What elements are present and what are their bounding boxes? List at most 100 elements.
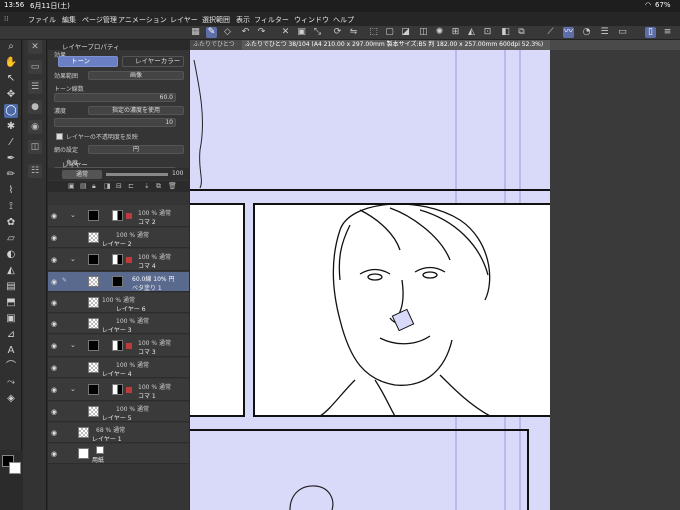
menu-filter[interactable]: フィルター (254, 15, 289, 25)
menu-page[interactable]: ページ管理 (82, 15, 117, 25)
density-select[interactable]: 指定の濃度を使用 (88, 106, 184, 115)
undo-icon[interactable]: ↶ (240, 27, 251, 38)
tool-property-icon[interactable]: ☰ (28, 80, 42, 94)
magic-wand-icon[interactable]: ✱ (4, 120, 18, 134)
new-layer-icon[interactable]: ▣ (68, 182, 75, 190)
layer-row-selected[interactable]: ◉ ✎ 60.0線 10% 円 ベタ塗り 1 (48, 272, 189, 292)
operation-icon[interactable]: ↖ (4, 72, 18, 86)
clear-icon[interactable]: ✕ (280, 27, 291, 38)
eraser-icon[interactable]: ◇ (222, 27, 233, 38)
collapse-chevron-icon[interactable]: ⌄ (70, 341, 76, 349)
brush-size-icon[interactable]: ● (28, 100, 42, 114)
layer-row[interactable]: ◉ ⌄ 100 % 通常 コマ 4 (48, 249, 189, 271)
fill-icon[interactable]: ▣ (296, 27, 307, 38)
layer-color-button[interactable]: レイヤーカラー (122, 56, 184, 67)
mirror-icon[interactable]: ◧ (500, 27, 511, 38)
sun-icon[interactable]: ✺ (434, 27, 445, 38)
layer-row[interactable]: ◉ 68 % 通常 レイヤー 1 (48, 423, 189, 443)
menu-window[interactable]: ウィンドウ (294, 15, 329, 25)
screen-shape-select[interactable]: 円 (88, 145, 184, 154)
tone-lines-field[interactable]: 60.0 (54, 93, 176, 102)
fill-icon[interactable]: ◭ (4, 264, 18, 278)
gradient-icon[interactable]: ▤ (4, 280, 18, 294)
flip-icon[interactable]: ⇋ (348, 27, 359, 38)
menu-selection[interactable]: 選択範囲 (202, 15, 230, 25)
redo-icon[interactable]: ↷ (256, 27, 267, 38)
grid-icon[interactable]: ▦ (190, 27, 201, 38)
collapse-chevron-icon[interactable]: ⌄ (70, 211, 76, 219)
layer-row[interactable]: ◉ 用紙 (48, 444, 189, 464)
balloon-icon[interactable]: ⌒ (4, 360, 18, 374)
eye-icon[interactable]: ◉ (51, 408, 57, 416)
color-mix-icon[interactable]: ◈ (4, 392, 18, 406)
layer-row[interactable]: ◉ 100 % 通常 レイヤー 3 (48, 314, 189, 334)
pen-icon[interactable]: ✎ (206, 27, 217, 38)
select-layer-icon[interactable]: ◫ (418, 27, 429, 38)
delete-layer-icon[interactable]: 🗑︎ (168, 182, 177, 190)
menu-edit[interactable]: 編集 (62, 15, 76, 25)
menu-file[interactable]: ファイル (28, 15, 56, 25)
eye-icon[interactable]: ◉ (51, 450, 57, 458)
lasso-icon[interactable]: ◯ (4, 104, 18, 118)
clip-icon[interactable]: ⊏ (128, 182, 134, 190)
crop-icon[interactable]: ⊡ (482, 27, 493, 38)
eye-icon[interactable]: ◉ (51, 256, 57, 264)
layer-row[interactable]: ◉ 100 % 通常 レイヤー 4 (48, 358, 189, 378)
expand-icon[interactable]: ⊞ (450, 27, 461, 38)
ruler-layer-icon[interactable]: ⊟ (116, 182, 122, 190)
layer-icon[interactable]: ☷ (28, 164, 42, 178)
eraser-icon[interactable]: ▱ (4, 232, 18, 246)
layer-row[interactable]: ◉ ⌄ 100 % 通常 コマ 1 (48, 379, 189, 401)
layer-row[interactable]: ◉ ⌄ 100 % 通常 コマ 2 (48, 205, 189, 227)
folder-icon[interactable]: ▤ (80, 182, 87, 190)
tablet-icon[interactable]: ▯ (645, 27, 656, 38)
merge-icon[interactable]: ⇣ (144, 182, 150, 190)
layer-row[interactable]: ◉ 100 % 通常 レイヤー 2 (48, 228, 189, 248)
collapse-chevron-icon[interactable]: ⌄ (70, 255, 76, 263)
brush-icon[interactable]: ⌇ (4, 184, 18, 198)
blend-mode-select[interactable]: 通常 (62, 170, 102, 179)
menu-view[interactable]: 表示 (236, 15, 250, 25)
transform-icon[interactable]: ⤡ (312, 27, 323, 38)
eye-icon[interactable]: ◉ (51, 386, 57, 394)
grid-icon[interactable]: ⁞⁞ (4, 15, 8, 23)
invert-icon[interactable]: ◪ (400, 27, 411, 38)
color-wheel-icon[interactable]: ◉ (28, 120, 42, 134)
figure-icon[interactable]: ⬒ (4, 296, 18, 310)
decoration-icon[interactable]: ✿ (4, 216, 18, 230)
copy-icon[interactable]: ⧉ (516, 27, 527, 38)
layer-property-icon[interactable]: ◫ (28, 140, 42, 154)
ruler-icon[interactable]: ⊿ (4, 328, 18, 342)
mask-icon[interactable]: ◨ (104, 182, 111, 190)
menu-layer[interactable]: レイヤー (170, 15, 198, 25)
eye-icon[interactable]: ◉ (51, 320, 57, 328)
eye-icon[interactable]: ◉ (51, 234, 57, 242)
eye-icon[interactable]: ◉ (51, 299, 57, 307)
collapse-chevron-icon[interactable]: ⌄ (70, 385, 76, 393)
brush-size-icon[interactable]: ◔ (581, 27, 592, 38)
settings-icon[interactable]: ≡ (662, 27, 673, 38)
menu-animation[interactable]: アニメーション (118, 15, 167, 25)
opacity-slider[interactable] (106, 173, 168, 176)
sub-tool-icon[interactable]: ▭ (28, 60, 42, 74)
effect-range-select[interactable]: 画像 (88, 71, 184, 80)
dotted-select-icon[interactable]: ⬚ (368, 27, 379, 38)
hand-icon[interactable]: ✋ (4, 56, 18, 70)
tone-button[interactable]: トーン (58, 56, 118, 67)
copy-layer-icon[interactable]: ⧉ (156, 182, 161, 191)
move-icon[interactable]: ✥ (4, 88, 18, 102)
rotate-icon[interactable]: ⟳ (332, 27, 343, 38)
frame-border-icon[interactable]: ▣ (4, 312, 18, 326)
pencil-icon[interactable]: ✏ (4, 168, 18, 182)
eye-icon[interactable]: ◉ (51, 364, 57, 372)
deselect-icon[interactable]: ▢ (384, 27, 395, 38)
window-icon[interactable]: ▭ (617, 27, 628, 38)
layer-row[interactable]: ◉ 100 % 通常 レイヤー 5 (48, 402, 189, 422)
pen-icon[interactable]: ✒ (4, 152, 18, 166)
ruler-icon[interactable]: ⟋ (545, 27, 556, 38)
tab-document-2[interactable]: ふたりでひとつ 38/104 (A4 210.00 x 297.00mm 製本サ… (242, 40, 550, 50)
airbrush-icon[interactable]: ⟟ (4, 200, 18, 214)
layer-row[interactable]: ◉ ⌄ 100 % 通常 コマ 3 (48, 335, 189, 357)
blend-icon[interactable]: ◐ (4, 248, 18, 262)
lock-icon[interactable]: 🔒︎ (92, 182, 96, 191)
